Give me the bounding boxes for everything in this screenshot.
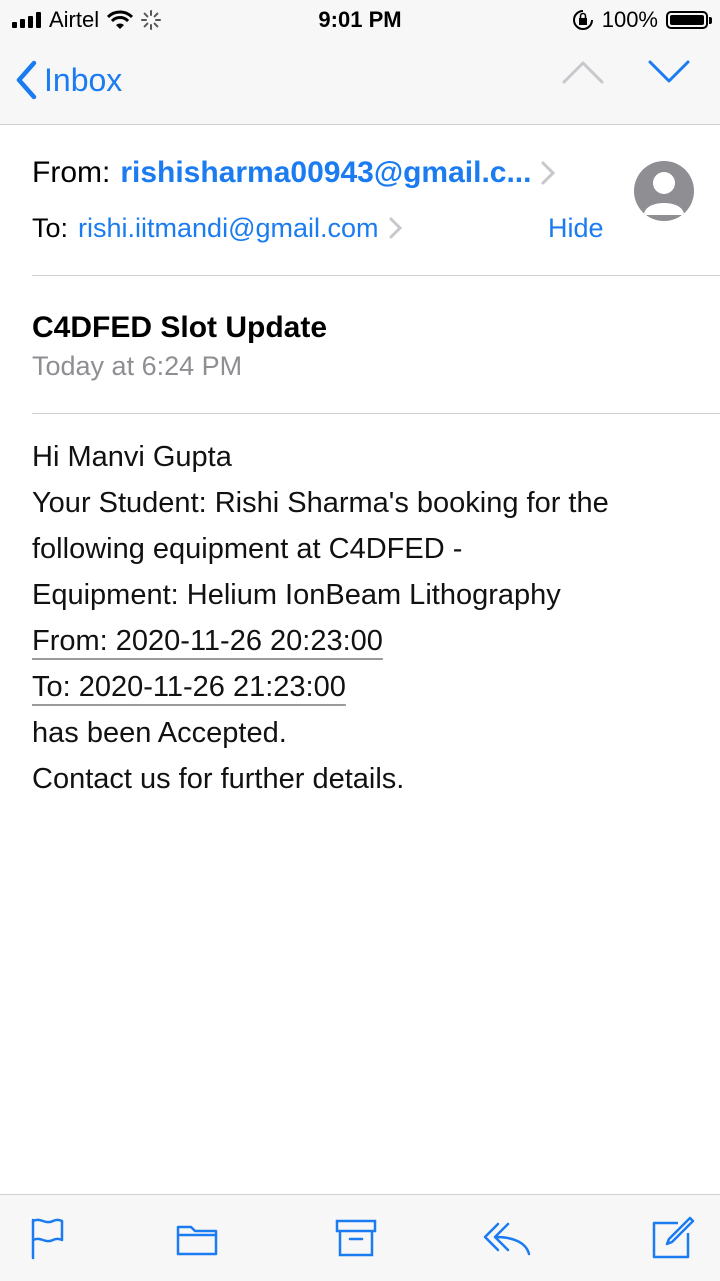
reply-icon — [483, 1222, 531, 1256]
body-line: Your Student: Rishi Sharma's booking for… — [32, 487, 609, 519]
archive-icon — [335, 1219, 377, 1257]
recipient-address[interactable]: rishi.iitmandi@gmail.com — [78, 213, 378, 244]
to-datetime-link[interactable]: To: 2020-11-26 21:23:00 — [32, 671, 346, 703]
archive-button[interactable] — [331, 1213, 381, 1263]
move-to-folder-button[interactable] — [172, 1213, 222, 1263]
from-row: From: rishisharma00943@gmail.c... — [32, 150, 612, 196]
message-body: Hi Manvi Gupta Your Student: Rishi Sharm… — [32, 434, 702, 802]
back-label: Inbox — [44, 61, 123, 98]
message-date: Today at 6:24 PM — [32, 351, 243, 381]
status-bar: Airtel 9:01 PM 100% — [0, 0, 720, 40]
subject-divider — [32, 413, 720, 414]
body-line: Equipment: Helium IonBeam Lithography — [32, 579, 561, 611]
flag-icon — [31, 1218, 64, 1260]
previous-message-button[interactable] — [562, 60, 604, 84]
to-label: To: — [32, 212, 69, 243]
body-line: Hi Manvi Gupta — [32, 441, 232, 473]
nav-bar: Inbox — [0, 40, 720, 125]
status-right: 100% — [572, 6, 712, 34]
next-message-button[interactable] — [648, 60, 690, 84]
battery-icon — [666, 11, 712, 29]
back-to-inbox-button[interactable]: Inbox — [14, 58, 122, 102]
compose-button[interactable] — [648, 1213, 698, 1263]
compose-icon — [652, 1216, 695, 1259]
chevron-left-icon — [16, 60, 37, 100]
battery-percent: 100% — [601, 7, 658, 32]
sender-address[interactable]: rishisharma00943@gmail.c... — [120, 156, 531, 190]
from-label: From: — [32, 156, 111, 189]
message-navigation — [562, 60, 690, 84]
person-icon — [644, 172, 684, 215]
hide-details-button[interactable]: Hide — [548, 208, 604, 248]
from-datetime-link[interactable]: From: 2020-11-26 20:23:00 — [32, 625, 383, 657]
header-divider — [32, 275, 720, 276]
folder-icon — [176, 1225, 218, 1256]
sender-avatar[interactable] — [634, 161, 694, 221]
body-line: has been Accepted. — [32, 717, 287, 749]
body-line: following equipment at C4DFED - — [32, 533, 463, 565]
chevron-right-icon — [389, 217, 402, 239]
flag-button[interactable] — [22, 1213, 72, 1263]
chevron-right-icon — [541, 161, 556, 185]
bottom-toolbar — [0, 1194, 720, 1281]
message-subject: C4DFED Slot Update — [32, 311, 328, 344]
orientation-lock-icon — [572, 10, 593, 30]
body-line: Contact us for further details. — [32, 763, 405, 795]
reply-button[interactable] — [482, 1213, 532, 1263]
to-row: To: rishi.iitmandi@gmail.com — [32, 208, 612, 248]
